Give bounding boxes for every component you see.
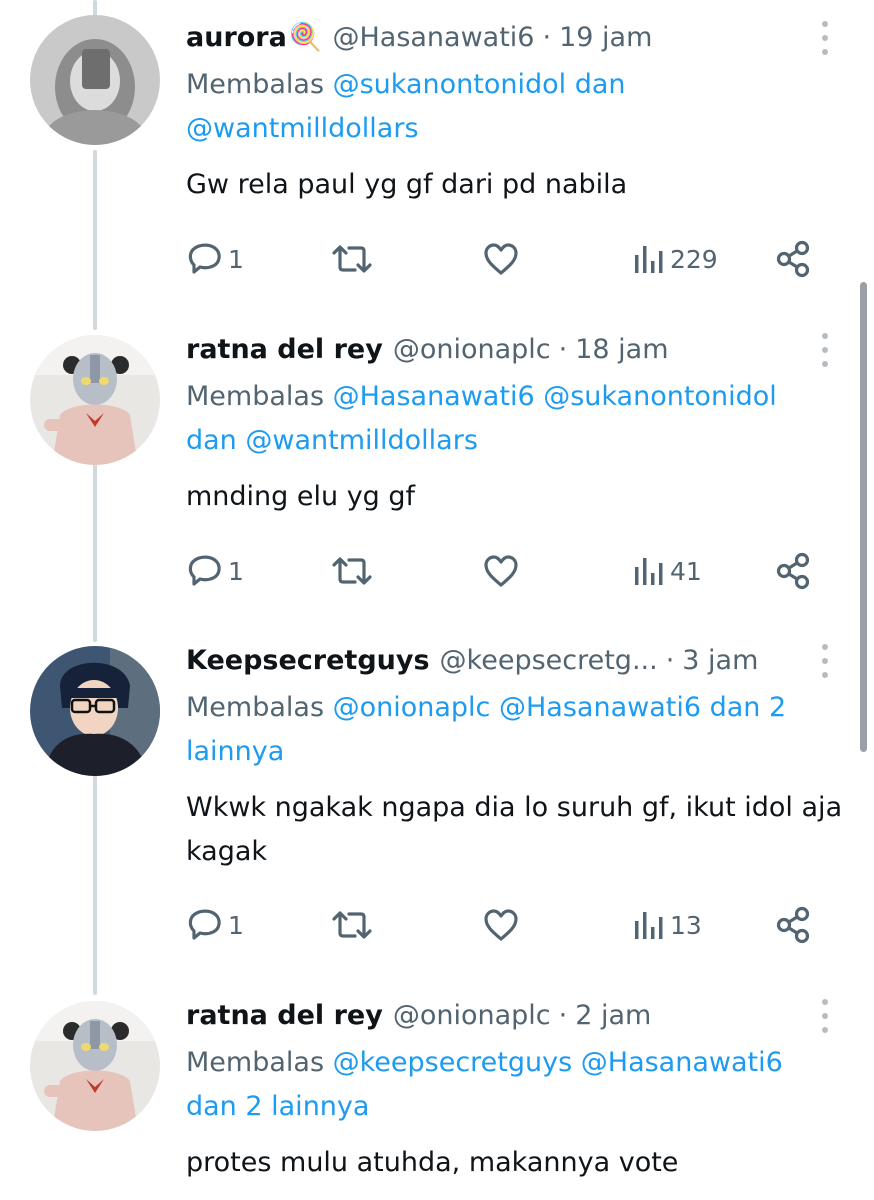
share-button[interactable]: [774, 237, 814, 281]
display-name[interactable]: Keepsecretguys: [186, 645, 430, 676]
share-icon: [776, 240, 810, 278]
repost-icon: [332, 911, 372, 939]
tweet-text: Wkwk ngakak ngapa dia lo suruh gf, ikut …: [186, 792, 843, 867]
reply-count: 1: [228, 910, 244, 940]
heart-icon: [484, 243, 518, 275]
share-icon: [776, 906, 810, 944]
lollipop-emoji-icon: 🍭: [288, 22, 323, 53]
avatar[interactable]: [30, 1001, 160, 1131]
views-chart-icon: [635, 912, 663, 939]
reply-prefix: Membalas: [186, 69, 325, 100]
timestamp[interactable]: 3 jam: [682, 645, 758, 676]
repost-button[interactable]: [330, 549, 374, 593]
more-options-icon[interactable]: [815, 333, 835, 367]
timestamp[interactable]: 19 jam: [559, 22, 652, 53]
mention-conjunction[interactable]: dan: [186, 425, 237, 456]
avatar[interactable]: [30, 15, 160, 145]
reply-icon: [188, 555, 221, 586]
mention-conjunction[interactable]: dan: [575, 69, 626, 100]
thread-line: [93, 775, 97, 995]
share-button[interactable]: [774, 549, 814, 593]
timestamp[interactable]: 2 jam: [575, 1000, 651, 1031]
mention-link[interactable]: @sukanontonidol: [543, 381, 777, 412]
share-button[interactable]: [774, 903, 814, 947]
separator-dot: ·: [542, 21, 552, 53]
reply-button[interactable]: 1: [186, 903, 244, 947]
views-count: 41: [670, 556, 702, 586]
action-bar: 1 13: [186, 903, 826, 947]
heart-icon: [484, 555, 518, 587]
avatar[interactable]: [30, 335, 160, 465]
share-icon: [776, 552, 810, 590]
views-count: 229: [670, 244, 718, 274]
mention-link[interactable]: @Hasanawati6: [499, 692, 701, 723]
avatar[interactable]: [30, 646, 160, 776]
user-handle[interactable]: @onionaplc: [393, 334, 551, 365]
display-name[interactable]: aurora: [186, 22, 287, 53]
action-bar: 1 41: [186, 549, 826, 593]
views-button[interactable]: 41: [632, 549, 702, 593]
views-chart-icon: [635, 558, 663, 585]
reply-count: 1: [228, 244, 244, 274]
views-button[interactable]: 13: [632, 903, 702, 947]
user-handle[interactable]: @onionaplc: [393, 1000, 551, 1031]
timestamp[interactable]: 18 jam: [575, 334, 668, 365]
like-button[interactable]: [482, 903, 520, 947]
tweet-header: aurora 🍭 @Hasanawati6 · 19 jam: [186, 15, 652, 59]
reply-prefix: Membalas: [186, 1047, 325, 1078]
mention-link[interactable]: @Hasanawati6: [333, 381, 535, 412]
reply-context: Membalas @onionaplc @Hasanawati6 dan 2 l…: [186, 686, 851, 774]
user-handle[interactable]: @keepsecretg...: [440, 645, 658, 676]
separator-dot: ·: [665, 644, 675, 676]
display-name[interactable]: ratna del rey: [186, 1000, 383, 1031]
reply-icon: [188, 243, 221, 274]
mention-link[interactable]: @keepsecretguys: [333, 1047, 573, 1078]
reply-context: Membalas @keepsecretguys @Hasanawati6 da…: [186, 1041, 851, 1129]
repost-icon: [332, 557, 372, 585]
reply-prefix: Membalas: [186, 692, 325, 723]
like-button[interactable]: [482, 237, 520, 281]
reply-prefix: Membalas: [186, 381, 325, 412]
like-button[interactable]: [482, 549, 520, 593]
tweet-text: Gw rela paul yg gf dari pd nabila: [186, 169, 628, 200]
views-count: 13: [670, 910, 702, 940]
tweet-header: ratna del rey @onionaplc · 18 jam: [186, 327, 669, 371]
heart-icon: [484, 909, 518, 941]
scrollbar[interactable]: [860, 282, 867, 752]
mention-others-link[interactable]: dan 2 lainnya: [186, 1091, 369, 1122]
mention-link[interactable]: @onionaplc: [333, 692, 491, 723]
separator-dot: ·: [558, 333, 568, 365]
thread-line: [93, 462, 97, 642]
action-bar: 1 229: [186, 237, 826, 281]
mention-link[interactable]: @sukanontonidol: [333, 69, 567, 100]
more-options-icon[interactable]: [815, 21, 835, 55]
tweet-text: protes mulu atuhda, makannya vote: [186, 1147, 679, 1178]
reply-count: 1: [228, 556, 244, 586]
repost-button[interactable]: [330, 237, 374, 281]
more-options-icon[interactable]: [815, 644, 835, 678]
reply-context: Membalas @Hasanawati6 @sukanontonidol da…: [186, 375, 851, 463]
reply-icon: [188, 909, 221, 940]
views-button[interactable]: 229: [632, 237, 718, 281]
repost-icon: [332, 245, 372, 273]
more-options-icon[interactable]: [815, 999, 835, 1033]
tweet-header: Keepsecretguys @keepsecretg... · 3 jam: [186, 638, 758, 682]
reply-button[interactable]: 1: [186, 549, 244, 593]
user-handle[interactable]: @Hasanawati6: [332, 22, 534, 53]
display-name[interactable]: ratna del rey: [186, 334, 383, 365]
tweet-text: mnding elu yg gf: [186, 481, 416, 512]
thread-line: [93, 150, 97, 330]
repost-button[interactable]: [330, 903, 374, 947]
views-chart-icon: [635, 246, 663, 273]
reply-button[interactable]: 1: [186, 237, 244, 281]
mention-link[interactable]: @Hasanawati6: [581, 1047, 783, 1078]
mention-link[interactable]: @wantmilldollars: [186, 113, 419, 144]
reply-context: Membalas @sukanontonidol dan @wantmilldo…: [186, 63, 851, 151]
tweet-header: ratna del rey @onionaplc · 2 jam: [186, 993, 651, 1037]
mention-link[interactable]: @wantmilldollars: [245, 425, 478, 456]
separator-dot: ·: [558, 999, 568, 1031]
